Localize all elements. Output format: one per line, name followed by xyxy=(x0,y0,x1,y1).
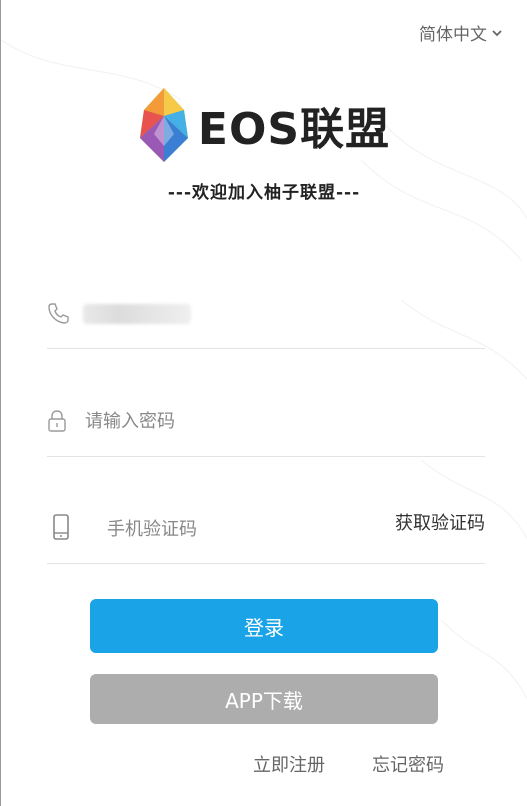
app-download-button[interactable]: APP下载 xyxy=(90,674,438,724)
mobile-icon xyxy=(53,514,69,540)
logo: EOS联盟 xyxy=(138,86,390,164)
login-button[interactable]: 登录 xyxy=(90,599,438,653)
password-field[interactable]: 请输入密码 xyxy=(47,395,485,457)
login-page: 简体中文 EOS联盟 ---欢迎加入柚子联盟--- 请输入密码 手机验证码 获取… xyxy=(0,0,527,806)
forgot-password-link[interactable]: 忘记密码 xyxy=(372,751,444,777)
sms-code-input[interactable]: 手机验证码 xyxy=(107,515,197,541)
brand-block: EOS联盟 ---欢迎加入柚子联盟--- xyxy=(1,86,527,203)
masked-phone-number xyxy=(83,304,191,324)
password-input[interactable]: 请输入密码 xyxy=(85,407,175,433)
phone-field[interactable] xyxy=(47,288,485,349)
language-label: 简体中文 xyxy=(419,25,487,45)
phone-icon xyxy=(48,303,69,324)
get-code-button[interactable]: 获取验证码 xyxy=(395,509,485,535)
lock-icon xyxy=(48,410,66,432)
language-selector[interactable]: 简体中文 xyxy=(419,20,503,45)
eos-gem-icon xyxy=(139,88,188,162)
brand-name: EOS联盟 xyxy=(197,104,391,155)
sms-code-field[interactable]: 手机验证码 获取验证码 xyxy=(47,505,485,564)
brand-tagline: ---欢迎加入柚子联盟--- xyxy=(167,183,361,203)
chevron-down-icon xyxy=(492,29,502,36)
register-link[interactable]: 立即注册 xyxy=(253,751,325,777)
